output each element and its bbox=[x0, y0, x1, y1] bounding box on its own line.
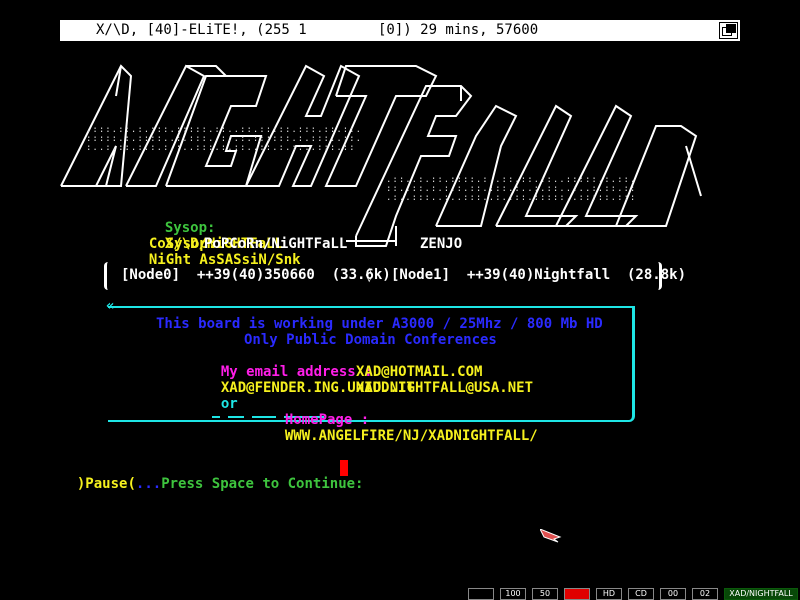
status-02: 02 bbox=[692, 588, 718, 600]
node1-info: [Node1] ++39(40)Nightfall (28.8k) bbox=[391, 267, 687, 283]
homepage-line: HomePage : WWW.ANGELFIRE/NJ/XADNIGHTFALL… bbox=[268, 396, 538, 444]
title-left: X/\D, [40]-ELiTE!, (255 1 bbox=[96, 22, 307, 38]
pause-prompt: )Pause(...Press Space to Continue: bbox=[60, 460, 364, 492]
status-cd: CD bbox=[628, 588, 654, 600]
email-or: or bbox=[220, 396, 238, 412]
status-cpu: 100 bbox=[500, 588, 526, 600]
mouse-pointer-icon bbox=[538, 528, 562, 547]
node0-info: [Node0] ++39(40)350660 (33.6k) bbox=[121, 267, 391, 283]
homepage-label: HomePage : bbox=[284, 412, 370, 428]
status-slot bbox=[468, 588, 494, 600]
pause-message: Press Space to Continue: bbox=[161, 476, 364, 492]
title-bar: X/\D, [40]-ELiTE!, (255 1 [0]) 29 mins, … bbox=[60, 20, 740, 41]
zenjo-label: ZENJO bbox=[420, 236, 463, 252]
title-right: [0]) 29 mins, 57600 bbox=[378, 22, 539, 38]
node-separator: ◊ bbox=[365, 267, 374, 283]
status-00: 00 bbox=[660, 588, 686, 600]
email-3[interactable]: XAD.NIGHTFALL@USA.NET bbox=[356, 380, 533, 396]
logo-dots-1: .:::.::.:.:::.:::::.::..::.:::::.:::.::.… bbox=[86, 125, 362, 153]
status-mem: 50 bbox=[532, 588, 558, 600]
status-user: XAD/NIGHTFALL bbox=[724, 588, 798, 600]
pause-label: Pause bbox=[85, 476, 128, 492]
depth-gadget-icon[interactable] bbox=[719, 22, 738, 39]
email-2[interactable]: XAD@HOTMAIL.COM bbox=[356, 364, 482, 380]
info-line-1: This board is working under A3000 / 25Mh… bbox=[156, 316, 603, 332]
status-hd: HD bbox=[596, 588, 622, 600]
homepage-url[interactable]: WWW.ANGELFIRE/NJ/XADNIGHTFALL/ bbox=[285, 428, 538, 444]
email-label: My email address : bbox=[220, 364, 373, 380]
pause-close: ( bbox=[127, 476, 136, 492]
popcorn-line: PoPCoRn/NiGHTFaLL bbox=[204, 236, 348, 252]
text-cursor bbox=[340, 460, 348, 476]
pause-dots: ... bbox=[135, 476, 162, 492]
info-line-2: Only Public Domain Conferences bbox=[244, 332, 497, 348]
frame-dash bbox=[228, 416, 244, 418]
status-red-indicator bbox=[564, 588, 590, 600]
frame-dash bbox=[212, 416, 220, 418]
node-box: [Node0] ++39(40)350660 (33.6k) ◊ [Node1]… bbox=[104, 262, 686, 290]
logo-dots-2: .::..:.::.::::.:..::.::.::..:::::.:.::. … bbox=[386, 175, 637, 203]
